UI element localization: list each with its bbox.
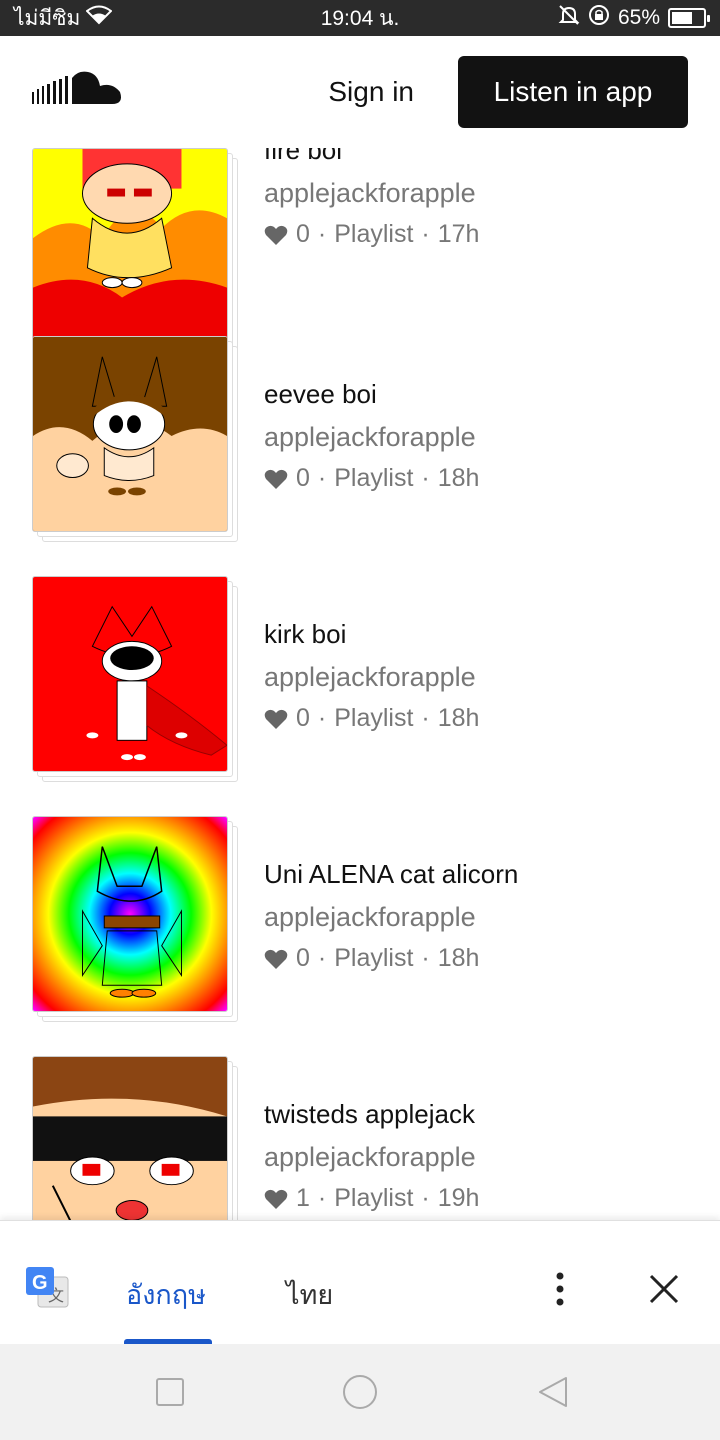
bell-off-icon <box>558 4 580 32</box>
playlist-artwork[interactable] <box>32 148 228 344</box>
playlist-artwork[interactable] <box>32 1056 228 1220</box>
heart-icon[interactable] <box>264 1188 288 1210</box>
system-nav-bar <box>0 1344 720 1440</box>
playlist-title[interactable]: Uni ALENA cat alicorn <box>264 858 518 890</box>
soundcloud-logo[interactable] <box>32 70 124 114</box>
separator: · <box>317 220 327 248</box>
clock: 19:04 น. <box>320 6 400 30</box>
playlist-artwork[interactable] <box>32 816 228 1012</box>
carrier-label: ไม่มีซิม <box>14 6 81 30</box>
playlist-type: Playlist <box>334 1184 414 1212</box>
playlist-user[interactable]: applejackforapple <box>264 900 518 934</box>
heart-icon[interactable] <box>264 468 288 490</box>
like-count: 1 <box>296 1184 310 1212</box>
like-count: 0 <box>296 944 310 972</box>
playlist-stats: 1 · Playlist · 19h <box>264 1184 479 1213</box>
status-bar: ไม่มีซิม 19:04 น. 65% <box>0 0 720 36</box>
sign-in-link[interactable]: Sign in <box>328 76 414 108</box>
heart-icon[interactable] <box>264 708 288 730</box>
playlist-user[interactable]: applejackforapple <box>264 420 479 454</box>
like-count: 0 <box>296 704 310 732</box>
playlist-title[interactable]: fire boi <box>264 148 479 166</box>
playlist-artwork[interactable] <box>32 576 228 772</box>
playlist-type: Playlist <box>334 704 414 732</box>
more-vert-icon[interactable] <box>552 1271 568 1307</box>
playlist-stats: 0 · Playlist · 18h <box>264 464 479 493</box>
tab-source-language[interactable]: อังกฤษ <box>126 1273 206 1316</box>
wifi-icon <box>85 5 113 31</box>
like-count: 0 <box>296 220 310 248</box>
playlist-list: fire boi applejackforapple 0 · Playlist … <box>0 148 720 1220</box>
playlist-title[interactable]: twisteds applejack <box>264 1098 479 1130</box>
playlist-age: 19h <box>437 1184 480 1212</box>
playlist-user[interactable]: applejackforapple <box>264 660 479 694</box>
playlist-user[interactable]: applejackforapple <box>264 1140 479 1174</box>
like-count: 0 <box>296 464 310 492</box>
playlist-age: 18h <box>437 704 480 732</box>
playlist-age: 17h <box>437 220 480 248</box>
site-header: Sign in Listen in app <box>0 36 720 148</box>
playlist-type: Playlist <box>334 944 414 972</box>
close-icon[interactable] <box>646 1271 682 1307</box>
separator: · <box>421 220 430 248</box>
back-triangle-icon[interactable] <box>536 1374 572 1410</box>
tab-target-language[interactable]: ไทย <box>286 1273 333 1316</box>
home-circle-icon[interactable] <box>342 1374 378 1410</box>
playlist-user[interactable]: applejackforapple <box>264 176 479 210</box>
list-item[interactable]: Uni ALENA cat alicorn applejackforapple … <box>0 816 720 1056</box>
google-translate-icon: 文 G <box>26 1267 69 1308</box>
svg-text:G: G <box>32 1272 48 1294</box>
playlist-type: Playlist <box>334 220 414 248</box>
translate-bar: 文 G อังกฤษ ไทย <box>0 1220 720 1345</box>
separator: · <box>421 944 430 972</box>
list-item[interactable]: twisteds applejack applejackforapple 1 ·… <box>0 1056 720 1220</box>
rotation-lock-icon <box>588 4 610 32</box>
list-item[interactable]: eevee boi applejackforapple 0 · Playlist… <box>0 336 720 576</box>
recents-square-icon[interactable] <box>152 1374 188 1410</box>
battery-icon <box>668 8 710 28</box>
separator: · <box>317 944 327 972</box>
playlist-title[interactable]: eevee boi <box>264 378 479 410</box>
playlist-type: Playlist <box>334 464 414 492</box>
playlist-age: 18h <box>437 944 480 972</box>
heart-icon[interactable] <box>264 224 288 246</box>
battery-percent: 65% <box>617 6 660 29</box>
separator: · <box>317 704 327 732</box>
list-item[interactable]: kirk boi applejackforapple 0 · Playlist … <box>0 576 720 816</box>
playlist-stats: 0 · Playlist · 18h <box>264 944 518 973</box>
playlist-age: 18h <box>437 464 480 492</box>
separator: · <box>421 704 430 732</box>
separator: · <box>421 1184 430 1212</box>
separator: · <box>317 464 327 492</box>
playlist-artwork[interactable] <box>32 336 228 532</box>
separator: · <box>317 1184 327 1212</box>
playlist-stats: 0 · Playlist · 18h <box>264 704 479 733</box>
separator: · <box>421 464 430 492</box>
list-item[interactable]: fire boi applejackforapple 0 · Playlist … <box>0 148 720 354</box>
playlist-title[interactable]: kirk boi <box>264 618 479 650</box>
heart-icon[interactable] <box>264 948 288 970</box>
playlist-stats: 0 · Playlist · 17h <box>264 220 479 249</box>
listen-in-app-button[interactable]: Listen in app <box>458 56 688 128</box>
